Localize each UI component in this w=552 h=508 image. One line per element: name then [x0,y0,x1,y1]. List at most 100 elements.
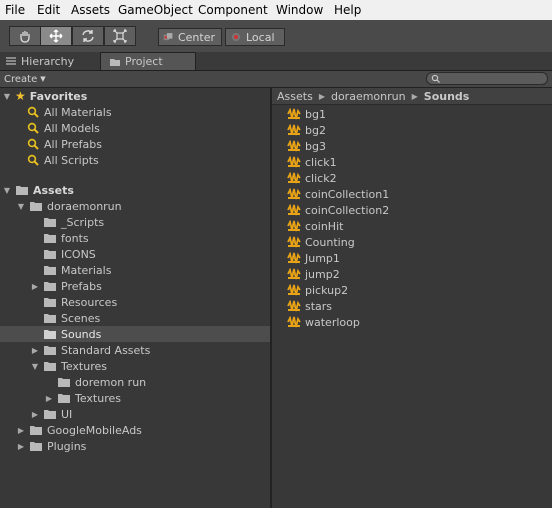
audio-clip-icon [287,108,301,120]
audio-file-item[interactable]: waterloop [287,314,360,330]
folder-icon [58,393,70,403]
folder-row[interactable]: _Scripts [43,214,104,230]
audio-file-label: bg2 [305,123,326,137]
search-input[interactable] [426,72,548,85]
assets-root-label: Assets [33,183,74,197]
audio-file-item[interactable]: click1 [287,154,337,170]
favorite-label: All Models [44,121,100,135]
folder-icon [30,201,42,211]
menu-edit[interactable]: Edit [37,3,60,17]
audio-file-item[interactable]: coinCollection1 [287,186,389,202]
folder-row[interactable]: fonts [43,230,89,246]
create-dropdown[interactable]: Create ▼ [4,72,46,86]
assets-root[interactable]: ▼ Assets [3,182,74,198]
folder-row[interactable]: ▶ Standard Assets [31,342,150,358]
audio-file-item[interactable]: click2 [287,170,337,186]
tab-hierarchy[interactable]: Hierarchy [5,52,74,70]
audio-file-item[interactable]: stars [287,298,332,314]
breadcrumb-item[interactable]: doraemonrun [331,90,406,103]
folder-row[interactable]: ▼ Textures [31,358,107,374]
audio-file-item[interactable]: coinCollection2 [287,202,389,218]
folder-row[interactable]: Materials [43,262,111,278]
folder-row[interactable]: ICONS [43,246,96,262]
audio-file-item[interactable]: bg3 [287,138,326,154]
menu-file[interactable]: File [5,3,25,17]
audio-file-label: Jump1 [305,251,340,265]
audio-clip-icon [287,124,301,136]
rotate-tool-button[interactable] [72,26,104,46]
menu-gameobject[interactable]: GameObject [118,3,193,17]
folder-icon [44,329,56,339]
folder-row[interactable]: ▶ UI [31,406,72,422]
menu-component[interactable]: Component [198,3,268,17]
breadcrumb-item[interactable]: Assets [277,90,313,103]
folder-icon [44,409,56,419]
audio-clip-icon [287,156,301,168]
folder-label: fonts [61,231,89,245]
search-icon [431,74,440,83]
audio-file-item[interactable]: jump2 [287,266,340,282]
audio-file-item[interactable]: pickup2 [287,282,348,298]
expanded-arrow-icon: ▼ [17,201,25,211]
favorite-item[interactable]: All Prefabs [27,136,102,152]
folder-icon [44,313,56,323]
favorite-label: All Scripts [44,153,99,167]
menu-window[interactable]: Window [276,3,323,17]
folder-icon [30,441,42,451]
hand-tool-button[interactable] [9,26,41,46]
favorites-title: Favorites [29,89,88,103]
folder-label: Materials [61,263,112,277]
search-icon [27,138,39,150]
tab-project[interactable]: Project [100,52,196,70]
audio-file-item[interactable]: Counting [287,234,355,250]
favorite-label: All Materials [44,105,112,119]
folder-label: _Scripts [61,215,105,229]
audio-file-item[interactable]: coinHit [287,218,343,234]
move-tool-button[interactable] [40,26,72,46]
folder-icon [44,345,56,355]
folder-label: Sounds [61,327,102,341]
favorite-item[interactable]: All Materials [27,104,112,120]
move-icon [49,29,63,43]
hand-icon [20,31,30,43]
folder-row[interactable]: ▶ Plugins [17,438,86,454]
favorites-header[interactable]: ▼ ★ Favorites [3,88,87,104]
tab-hierarchy-label: Hierarchy [21,54,75,68]
expanded-arrow-icon: ▼ [3,91,11,101]
audio-file-item[interactable]: bg2 [287,122,326,138]
collapsed-arrow-icon: ▶ [31,281,39,291]
pivot-center-toggle[interactable]: Center [158,28,222,46]
favorite-label: All Prefabs [44,137,102,151]
folder-row-selected[interactable]: Sounds [43,326,101,342]
folder-icon [44,233,56,243]
menu-assets[interactable]: Assets [71,3,110,17]
folder-row[interactable]: Scenes [43,310,100,326]
menu-help[interactable]: Help [334,3,361,17]
breadcrumb-current[interactable]: Sounds [424,90,470,103]
folder-row[interactable]: ▶ GoogleMobileAds [17,422,142,438]
list-icon [6,57,16,65]
scale-tool-button[interactable] [104,26,136,46]
window-tab-strip: Hierarchy Project [0,52,552,71]
audio-clip-icon [287,220,301,232]
folder-row[interactable]: ▼ doraemonrun [17,198,122,214]
chevron-right-icon: ▶ [411,91,418,101]
folder-row[interactable]: ▶ Prefabs [31,278,102,294]
create-label: Create [4,73,38,85]
audio-file-item[interactable]: Jump1 [287,250,340,266]
folder-row[interactable]: doremon run [57,374,146,390]
pivot-center-icon [163,33,173,41]
audio-file-item[interactable]: bg1 [287,106,326,122]
collapsed-arrow-icon: ▶ [17,425,25,435]
folder-row[interactable]: ▶ Textures [45,390,121,406]
toolbar: Center Local [0,20,552,52]
scale-icon [113,29,127,43]
folder-row[interactable]: Resources [43,294,117,310]
pivot-rotation-toggle[interactable]: Local [225,28,285,46]
collapsed-arrow-icon: ▶ [31,345,39,355]
favorite-item[interactable]: All Scripts [27,152,99,168]
audio-file-label: click1 [305,155,337,169]
favorite-item[interactable]: All Models [27,120,100,136]
audio-file-label: waterloop [305,315,360,329]
audio-clip-icon [287,172,301,184]
